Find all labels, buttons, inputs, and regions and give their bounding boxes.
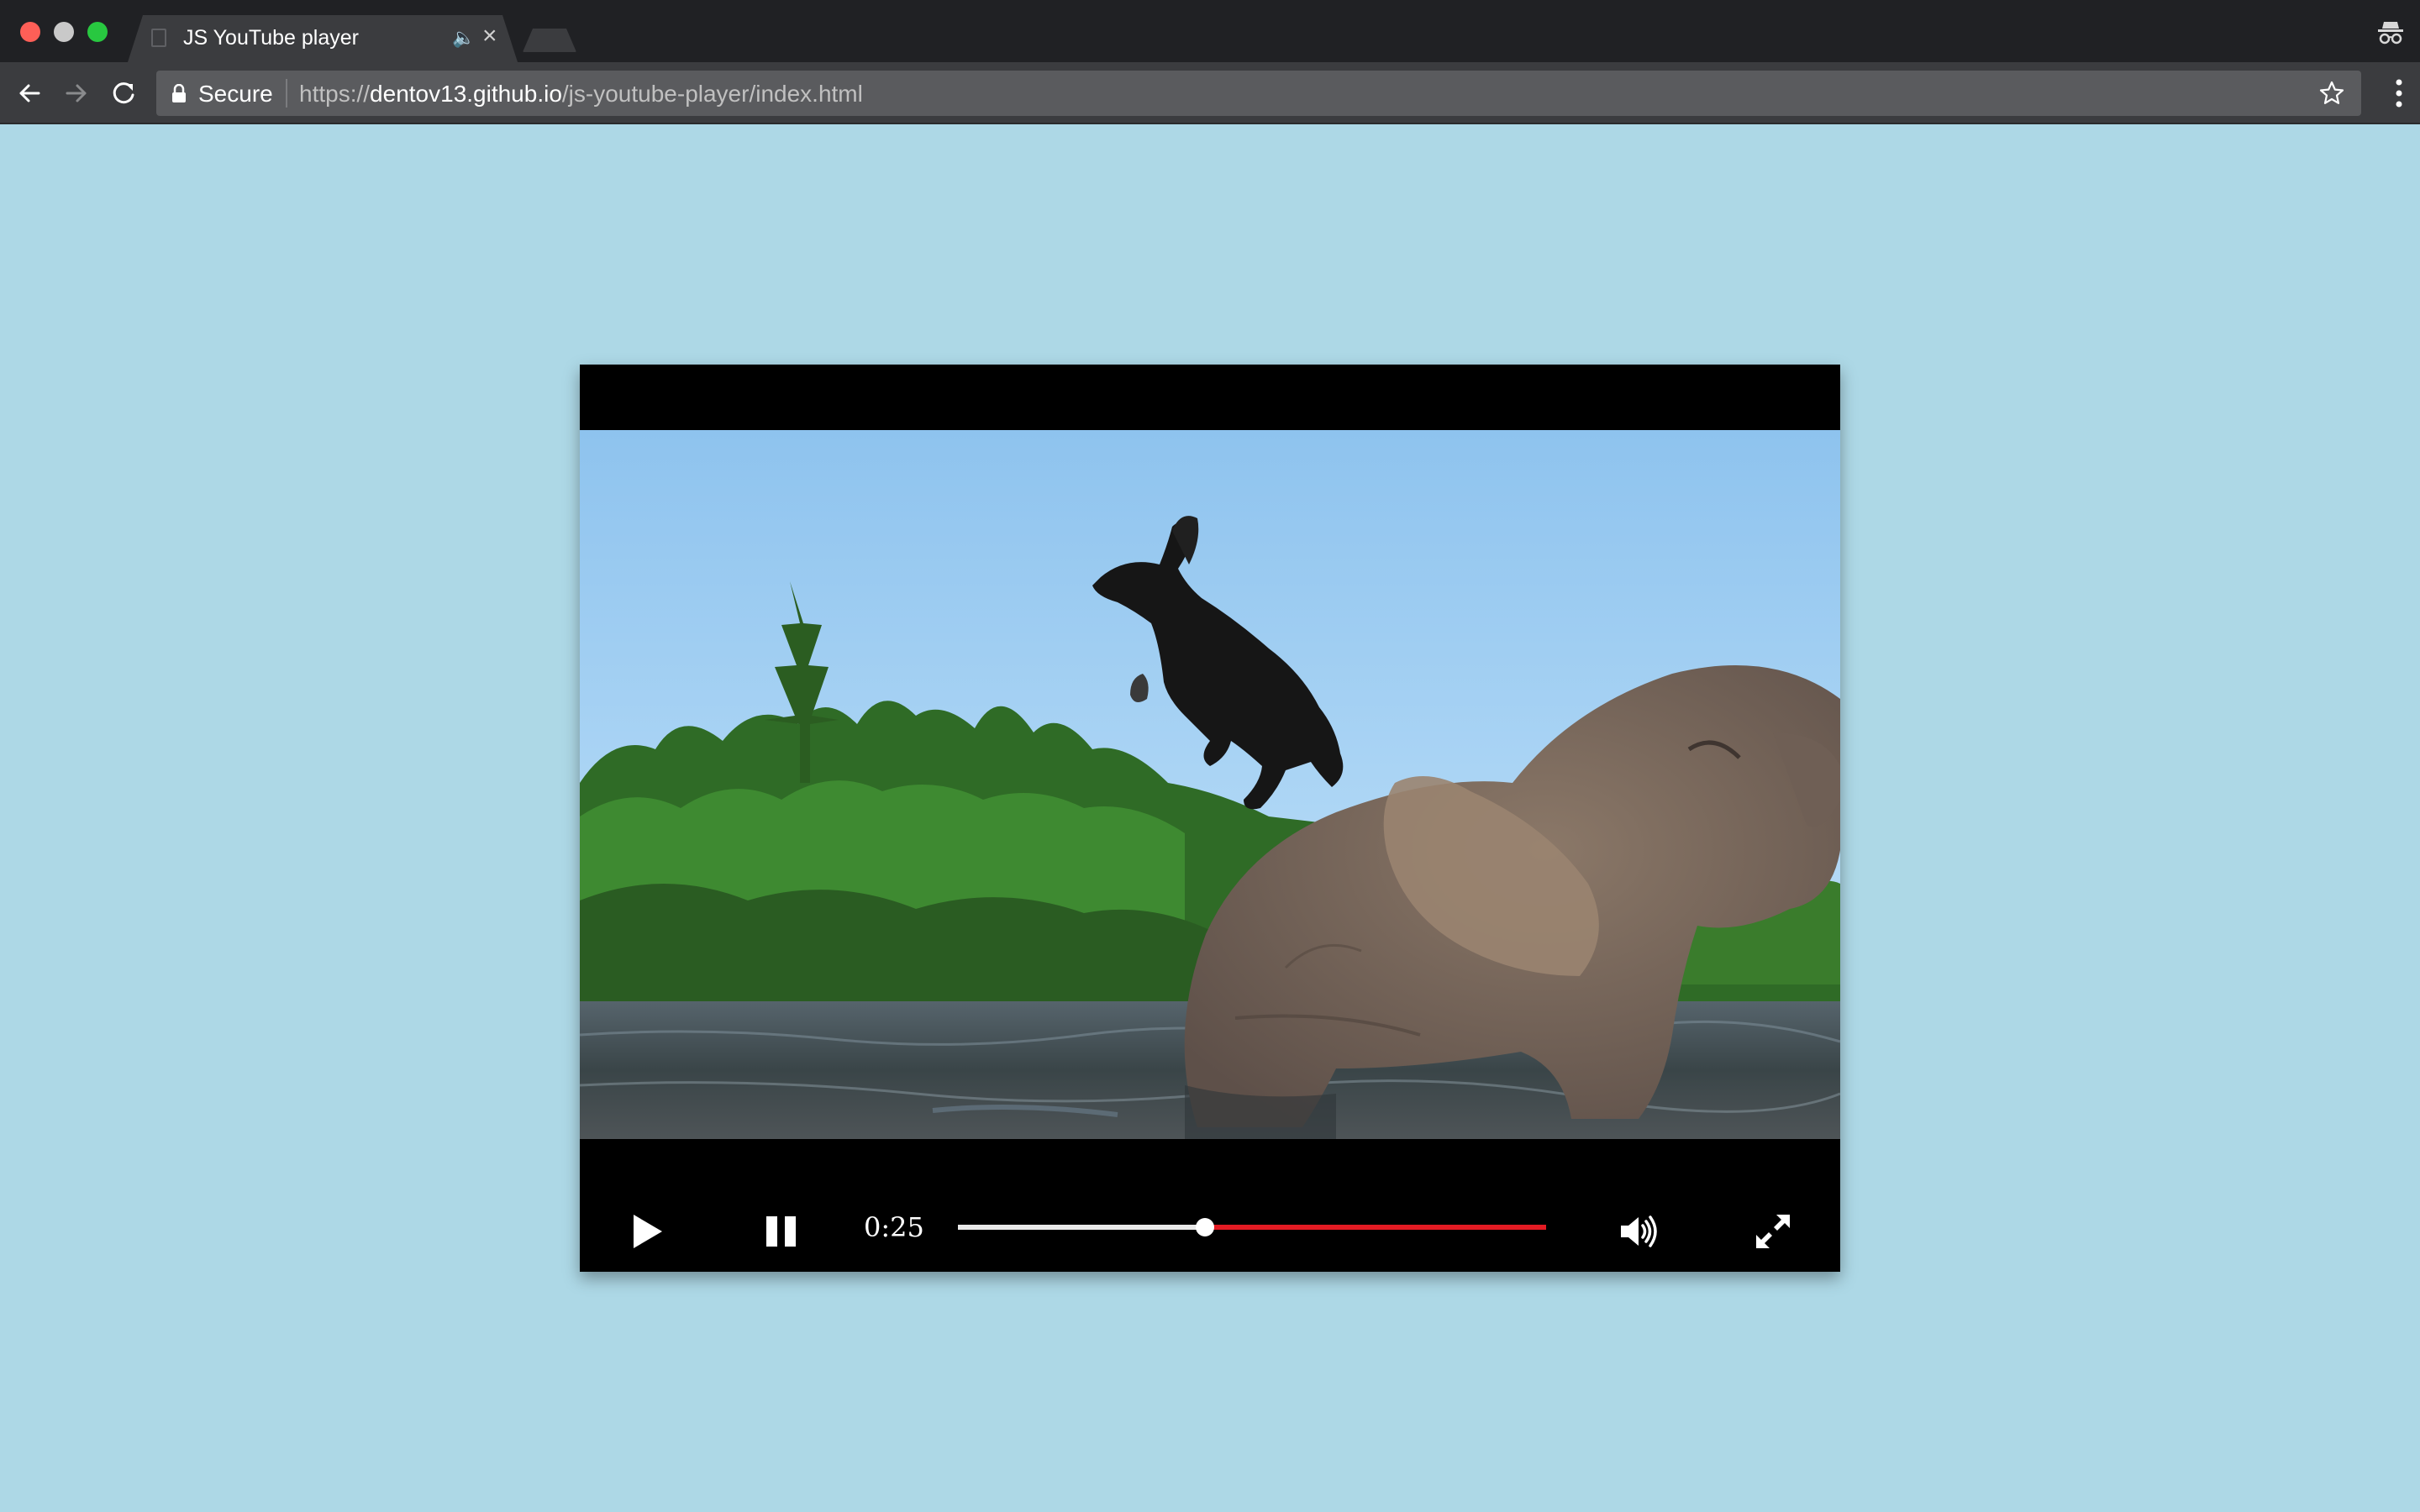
fullscreen-icon[interactable] (1754, 1213, 1791, 1250)
lock-icon (171, 83, 187, 102)
bookmark-star-icon[interactable] (2319, 81, 2344, 106)
address-bar[interactable]: Secure https://dentov13.github.io/js-you… (156, 71, 2361, 116)
tab-close-icon[interactable]: × (482, 22, 497, 50)
browser-menu-icon[interactable] (2395, 77, 2403, 109)
omnibox-divider (286, 79, 287, 108)
minimize-window-button[interactable] (54, 22, 74, 42)
secure-label: Secure (198, 81, 273, 107)
incognito-icon (2376, 20, 2405, 45)
forward-arrow-icon[interactable] (60, 77, 92, 109)
url-host: dentov13.github.io (370, 81, 562, 107)
video-frame[interactable] (580, 430, 1840, 1139)
video-frame-image (580, 430, 1840, 1139)
video-player[interactable]: 0:25 (580, 365, 1840, 1272)
url-scheme: https:// (299, 81, 371, 107)
new-tab-button[interactable] (523, 29, 576, 52)
progress-remaining (1205, 1225, 1546, 1230)
volume-icon[interactable] (1618, 1213, 1659, 1250)
player-controls: 0:25 (580, 1193, 1840, 1272)
progress-played (958, 1225, 1205, 1230)
close-window-button[interactable] (20, 22, 40, 42)
browser-tab[interactable]: JS YouTube player 🔈 × (128, 15, 518, 62)
url-path: /js-youtube-player/index.html (561, 81, 863, 107)
back-arrow-icon[interactable] (13, 77, 45, 109)
pause-icon[interactable] (765, 1213, 798, 1250)
current-time: 0:25 (864, 1211, 924, 1243)
tab-audio-icon[interactable]: 🔈 (452, 27, 475, 49)
play-icon[interactable] (630, 1213, 664, 1250)
url-text[interactable]: https://dentov13.github.io/js-youtube-pl… (299, 81, 863, 108)
maximize-window-button[interactable] (87, 22, 108, 42)
progress-thumb[interactable] (1196, 1218, 1214, 1236)
browser-titlebar: JS YouTube player 🔈 × (0, 0, 2420, 62)
page-favicon-icon (151, 29, 166, 47)
reload-icon[interactable] (108, 77, 139, 109)
progress-bar[interactable] (958, 1218, 1546, 1236)
tab-title: JS YouTube player (183, 26, 359, 50)
browser-toolbar: Secure https://dentov13.github.io/js-you… (0, 62, 2420, 124)
